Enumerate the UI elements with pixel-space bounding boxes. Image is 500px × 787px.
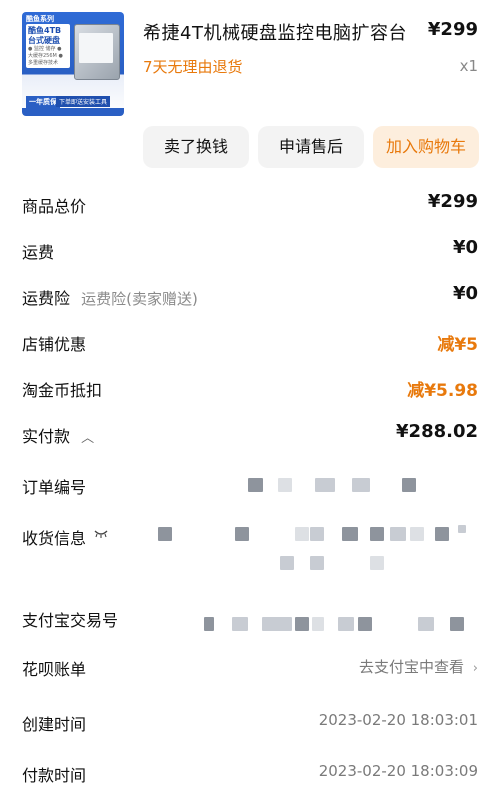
shipping-value: ¥0 <box>452 237 478 258</box>
huabei-link-text: 去支付宝中查看 <box>359 658 465 676</box>
order-no-label: 订单编号 <box>22 478 87 497</box>
paid-time-label: 付款时间 <box>22 766 87 785</box>
after-sales-button[interactable]: 申请售后 <box>258 126 364 168</box>
add-to-cart-button[interactable]: 加入购物车 <box>373 126 479 168</box>
store-discount-label: 店铺优惠 <box>22 335 87 354</box>
store-discount-value: 减¥5 <box>437 335 478 355</box>
thumbnail-specs: ● 监控 储存 ● 大缓存256M ● 多重缓存技术 <box>28 46 63 66</box>
thumbnail-install-tool: 下单即送安装工具 <box>56 96 111 107</box>
thumbnail-spec-card: 酷鱼4TB 台式硬盘 ● 监控 储存 ● 大缓存256M ● 多重缓存技术 <box>26 24 70 68</box>
chevron-right-icon: › <box>472 661 478 676</box>
hard-drive-image <box>74 24 120 80</box>
receiver-redacted <box>150 522 480 574</box>
huabei-label: 花呗账单 <box>22 660 87 679</box>
thumbnail-series-label: 酷鱼系列 <box>26 15 54 23</box>
receiver-label: 收货信息 <box>22 529 87 548</box>
huabei-link[interactable]: 去支付宝中查看 › <box>359 656 478 677</box>
paid-label-row[interactable]: 实付款 ︿ <box>22 423 94 447</box>
created-label: 创建时间 <box>22 715 87 734</box>
coin-label: 淘金币抵扣 <box>22 381 103 400</box>
alipay-label: 支付宝交易号 <box>22 611 119 630</box>
insurance-note: 运费险(卖家赠送) <box>81 290 198 308</box>
product-thumbnail[interactable]: 酷鱼系列 酷鱼4TB 台式硬盘 ● 监控 储存 ● 大缓存256M ● 多重缓存… <box>22 12 124 116</box>
insurance-label-row: 运费险 运费险(卖家赠送) <box>22 285 198 309</box>
insurance-label: 运费险 <box>22 289 71 308</box>
chevron-up-icon: ︿ <box>81 431 95 446</box>
thumbnail-bottom-bar <box>22 108 124 116</box>
sell-button[interactable]: 卖了换钱 <box>143 126 249 168</box>
product-price: ¥299 <box>427 19 478 40</box>
paid-time-value: 2023-02-20 18:03:09 <box>318 762 478 780</box>
order-no-redacted <box>240 475 480 495</box>
alipay-redacted <box>200 615 480 633</box>
insurance-value: ¥0 <box>452 283 478 304</box>
thumbnail-line2: 台式硬盘 <box>28 36 60 45</box>
total-label: 商品总价 <box>22 197 87 216</box>
product-title[interactable]: 希捷4T机械硬盘监控电脑扩容台 <box>143 19 407 45</box>
total-value: ¥299 <box>427 191 478 212</box>
product-quantity: x1 <box>459 57 478 75</box>
created-value: 2023-02-20 18:03:01 <box>318 711 478 729</box>
thumbnail-warranty: 一年质保 <box>26 96 60 108</box>
paid-value: ¥288.02 <box>396 421 478 442</box>
paid-label: 实付款 <box>22 427 71 446</box>
coin-value: 减¥5.98 <box>407 381 478 401</box>
thumbnail-line1: 酷鱼4TB <box>28 26 62 35</box>
eye-closed-icon[interactable] <box>94 529 108 542</box>
shipping-label: 运费 <box>22 243 55 262</box>
return-policy: 7天无理由退货 <box>143 58 243 76</box>
